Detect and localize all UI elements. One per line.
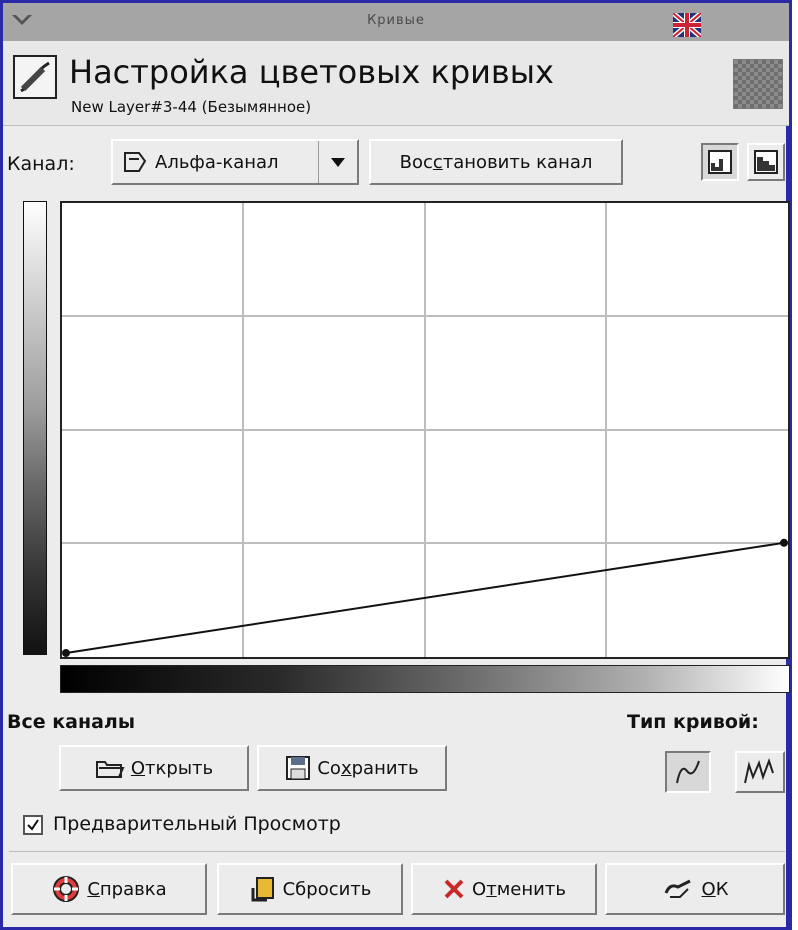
reset-channel-text-end: тановить канал (442, 151, 593, 173)
all-channels-label: Все каналы (7, 711, 136, 733)
reset-channel-mnemonic: с (432, 151, 443, 173)
help-button[interactable]: Справка (11, 863, 207, 915)
preview-checkbox[interactable] (23, 815, 43, 835)
reset-channel-button[interactable]: Вос с тановить канал (369, 139, 623, 185)
reset-channel-text: Вос (399, 151, 433, 173)
window-titlebar: Кривые (3, 3, 789, 41)
ok-button[interactable]: ОК (605, 863, 785, 915)
log-histogram-toggle[interactable] (747, 143, 785, 181)
help-mnemonic: С (87, 878, 100, 900)
floppy-disk-icon (286, 756, 311, 780)
alpha-channel-icon (124, 152, 147, 172)
channel-select[interactable]: Альфа-канал (111, 139, 359, 185)
cancel-mnemonic: т (486, 878, 497, 900)
curve-type-label: Тип кривой: (627, 711, 759, 733)
save-text-end: ранить (351, 757, 419, 779)
cancel-text-end: менить (496, 878, 566, 900)
chevron-down-icon (318, 141, 357, 183)
reset-button[interactable]: Сбросить (217, 863, 403, 915)
curve-type-smooth-toggle[interactable] (665, 751, 711, 793)
horizontal-gradient-bar (60, 665, 790, 693)
save-mnemonic: х (340, 757, 352, 779)
ok-check-icon (664, 879, 691, 898)
help-text: правка (99, 878, 167, 900)
open-mnemonic: О (130, 757, 146, 779)
open-button[interactable]: Открыть (59, 745, 249, 791)
save-button[interactable]: Со х ранить (257, 745, 447, 791)
cancel-text: О (472, 878, 487, 900)
curve-editor (23, 201, 791, 697)
freehand-curve-icon (744, 758, 774, 784)
cancel-button[interactable]: От менить (411, 863, 597, 915)
curve-point-start[interactable] (62, 649, 70, 657)
cancel-x-icon (444, 879, 464, 899)
channel-label: Канал: (7, 153, 75, 175)
open-text: ткрыть (145, 757, 214, 779)
vertical-gradient-bar (23, 201, 47, 655)
layer-name: New Layer#3-44 (Безымянное) (71, 98, 312, 116)
curve-graph[interactable] (60, 201, 790, 659)
curve-type-freehand-toggle[interactable] (735, 751, 785, 793)
checkmark-icon (27, 819, 39, 831)
dialog-header: Настройка цветовых кривых New Layer#3-44… (3, 41, 789, 126)
keyboard-layout-flag-icon[interactable] (673, 13, 701, 37)
curves-tool-icon (13, 55, 57, 99)
footer-separator (9, 851, 785, 852)
lifebuoy-icon (53, 876, 80, 902)
reset-text: Сбросить (282, 878, 372, 900)
reset-icon (251, 877, 274, 902)
linear-histogram-toggle[interactable] (701, 143, 739, 181)
window-title: Кривые (367, 13, 425, 28)
log-histogram-icon (754, 150, 778, 174)
channel-select-value: Альфа-канал (155, 151, 279, 173)
smooth-curve-icon (676, 760, 700, 784)
linear-histogram-icon (708, 150, 732, 174)
preview-label: Предварительный Просмотр (53, 813, 341, 835)
curve-canvas[interactable] (62, 203, 788, 657)
ok-text: К (715, 878, 729, 900)
curves-dialog: Кривые Настройка цветовых кривых New Lay… (0, 0, 792, 930)
dialog-title: Настройка цветовых кривых (69, 53, 554, 91)
folder-open-icon (95, 761, 125, 778)
curve-point-end[interactable] (780, 538, 788, 547)
layer-preview-thumbnail (733, 59, 783, 109)
ok-mnemonic: О (701, 878, 716, 900)
save-text: Со (317, 757, 341, 779)
